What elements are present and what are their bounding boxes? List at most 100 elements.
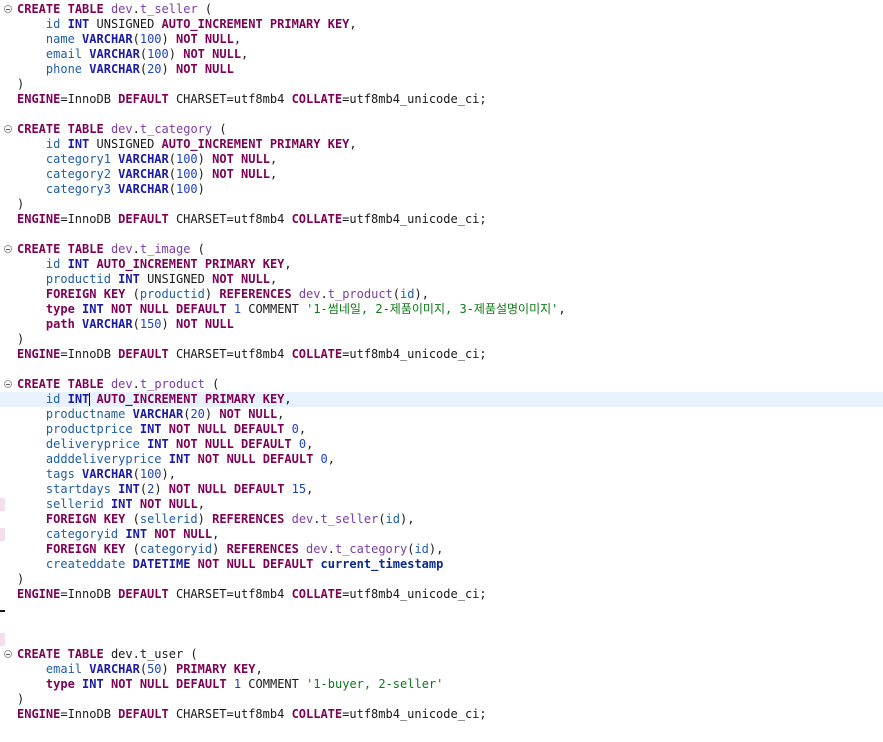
keyword: NOT (139, 497, 162, 511)
code-line[interactable] (0, 617, 883, 632)
change-marker (0, 498, 5, 511)
column-name: id (400, 287, 415, 301)
code-line[interactable]: phone VARCHAR(20) NOT NULL (0, 62, 883, 77)
code-line[interactable]: category1 VARCHAR(100) NOT NULL, (0, 152, 883, 167)
code-text: ) (168, 47, 184, 61)
code-line[interactable]: id INT UNSIGNED AUTO_INCREMENT PRIMARY K… (0, 137, 883, 152)
code-line[interactable]: ) (0, 197, 883, 212)
code-line[interactable]: FOREIGN KEY (sellerid) REFERENCES dev.t_… (0, 512, 883, 527)
code-line[interactable]: productname VARCHAR(20) NOT NULL, (0, 407, 883, 422)
code-line[interactable]: ENGINE=InnoDB DEFAULT CHARSET=utf8mb4 CO… (0, 707, 883, 722)
code-line[interactable]: ENGINE=InnoDB DEFAULT CHARSET=utf8mb4 CO… (0, 92, 883, 107)
code-text-line: productname VARCHAR(20) NOT NULL, (17, 407, 285, 422)
code-text: =InnoDB (60, 347, 119, 361)
data-type: VARCHAR (82, 32, 133, 46)
code-text: UNSIGNED (89, 17, 162, 31)
code-line[interactable]: sellerid INT NOT NULL, (0, 497, 883, 512)
code-line[interactable]: productprice INT NOT NULL DEFAULT 0, (0, 422, 883, 437)
column-name: startdays (45, 482, 111, 496)
code-text: ) (154, 482, 169, 496)
code-line[interactable]: startdays INT(2) NOT NULL DEFAULT 15, (0, 482, 883, 497)
line-gutter (0, 257, 15, 272)
code-line[interactable]: email VARCHAR(50) PRIMARY KEY, (0, 662, 883, 677)
collapse-fold-icon[interactable] (4, 5, 12, 13)
code-line[interactable]: category2 VARCHAR(100) NOT NULL, (0, 167, 883, 182)
code-text: =InnoDB (60, 92, 119, 106)
keyword: REFERENCES (212, 512, 285, 526)
keyword: NOT (168, 482, 191, 496)
code-line[interactable]: CREATE TABLE dev.t_image ( (0, 242, 883, 257)
code-line[interactable]: id INT AUTO_INCREMENT PRIMARY KEY, (0, 257, 883, 272)
code-line[interactable]: email VARCHAR(100) NOT NULL, (0, 47, 883, 62)
code-text-line: ENGINE=InnoDB DEFAULT CHARSET=utf8mb4 CO… (17, 92, 487, 107)
code-line[interactable]: id INT UNSIGNED AUTO_INCREMENT PRIMARY K… (0, 17, 883, 32)
code-line[interactable]: CREATE TABLE dev.t_product ( (0, 377, 883, 392)
code-line[interactable]: createddate DATETIME NOT NULL DEFAULT cu… (0, 557, 883, 572)
number-literal: 100 (139, 467, 162, 481)
keyword: NOT (168, 422, 191, 436)
code-text: CHARSET=utf8mb4 (168, 707, 292, 721)
keyword: TABLE (67, 377, 104, 391)
collapse-fold-icon[interactable] (4, 125, 12, 133)
keyword: TABLE (67, 122, 104, 136)
code-line[interactable]: adddeliveryprice INT NOT NULL DEFAULT 0, (0, 452, 883, 467)
code-line[interactable]: CREATE TABLE dev.t_seller ( (0, 2, 883, 17)
code-line[interactable]: category3 VARCHAR(100) (0, 182, 883, 197)
keyword: NULL (204, 62, 234, 76)
line-gutter (0, 287, 15, 302)
schema-name: dev (306, 542, 328, 556)
code-line[interactable]: type INT NOT NULL DEFAULT 1 COMMENT '1-b… (0, 677, 883, 692)
code-line[interactable]: categoryid INT NOT NULL, (0, 527, 883, 542)
code-line[interactable]: ) (0, 572, 883, 587)
code-line[interactable]: ) (0, 332, 883, 347)
table-name: t_product (139, 377, 205, 391)
code-line[interactable]: name VARCHAR(100) NOT NULL, (0, 32, 883, 47)
code-text: ) (197, 512, 213, 526)
code-text-line: deliveryprice INT NOT NULL DEFAULT 0, (17, 437, 313, 452)
code-text: =utf8mb4_unicode_ci; (342, 587, 487, 601)
line-gutter (0, 482, 15, 497)
code-line[interactable]: CREATE TABLE dev.t_category ( (0, 122, 883, 137)
code-line[interactable] (0, 107, 883, 122)
code-line[interactable] (0, 227, 883, 242)
sql-editor[interactable]: CREATE TABLE dev.t_seller ( id INT UNSIG… (0, 2, 883, 722)
code-line[interactable]: ) (0, 692, 883, 707)
code-line[interactable]: path VARCHAR(150) NOT NULL (0, 317, 883, 332)
collapse-fold-icon[interactable] (4, 380, 12, 388)
code-line[interactable]: productid INT UNSIGNED NOT NULL, (0, 272, 883, 287)
code-line[interactable]: ) (0, 77, 883, 92)
code-line[interactable] (0, 362, 883, 377)
code-text: . (132, 122, 140, 136)
code-line[interactable]: FOREIGN KEY (productid) REFERENCES dev.t… (0, 287, 883, 302)
text-cursor (89, 393, 91, 406)
column-name: productprice (45, 422, 133, 436)
column-name: phone (45, 62, 83, 76)
keyword: NULL (204, 32, 234, 46)
current-code-line[interactable]: id INT AUTO_INCREMENT PRIMARY KEY, (0, 392, 883, 407)
keyword: AUTO_INCREMENT (161, 17, 263, 31)
line-gutter (0, 242, 15, 257)
code-text: . (327, 542, 335, 556)
code-line[interactable]: ENGINE=InnoDB DEFAULT CHARSET=utf8mb4 CO… (0, 212, 883, 227)
collapse-fold-icon[interactable] (4, 650, 12, 658)
code-line[interactable]: type INT NOT NULL DEFAULT 1 COMMENT '1-썸… (0, 302, 883, 317)
code-line[interactable]: deliveryprice INT NOT NULL DEFAULT 0, (0, 437, 883, 452)
code-line[interactable] (0, 602, 883, 617)
code-line[interactable]: ENGINE=InnoDB DEFAULT CHARSET=utf8mb4 CO… (0, 347, 883, 362)
code-line[interactable] (0, 632, 883, 647)
code-line[interactable]: ENGINE=InnoDB DEFAULT CHARSET=utf8mb4 CO… (0, 587, 883, 602)
code-line[interactable]: CREATE TABLE dev.t_user ( (0, 647, 883, 662)
code-line[interactable]: tags VARCHAR(100), (0, 467, 883, 482)
collapse-fold-icon[interactable] (4, 245, 12, 253)
code-line[interactable]: FOREIGN KEY (categoryid) REFERENCES dev.… (0, 542, 883, 557)
